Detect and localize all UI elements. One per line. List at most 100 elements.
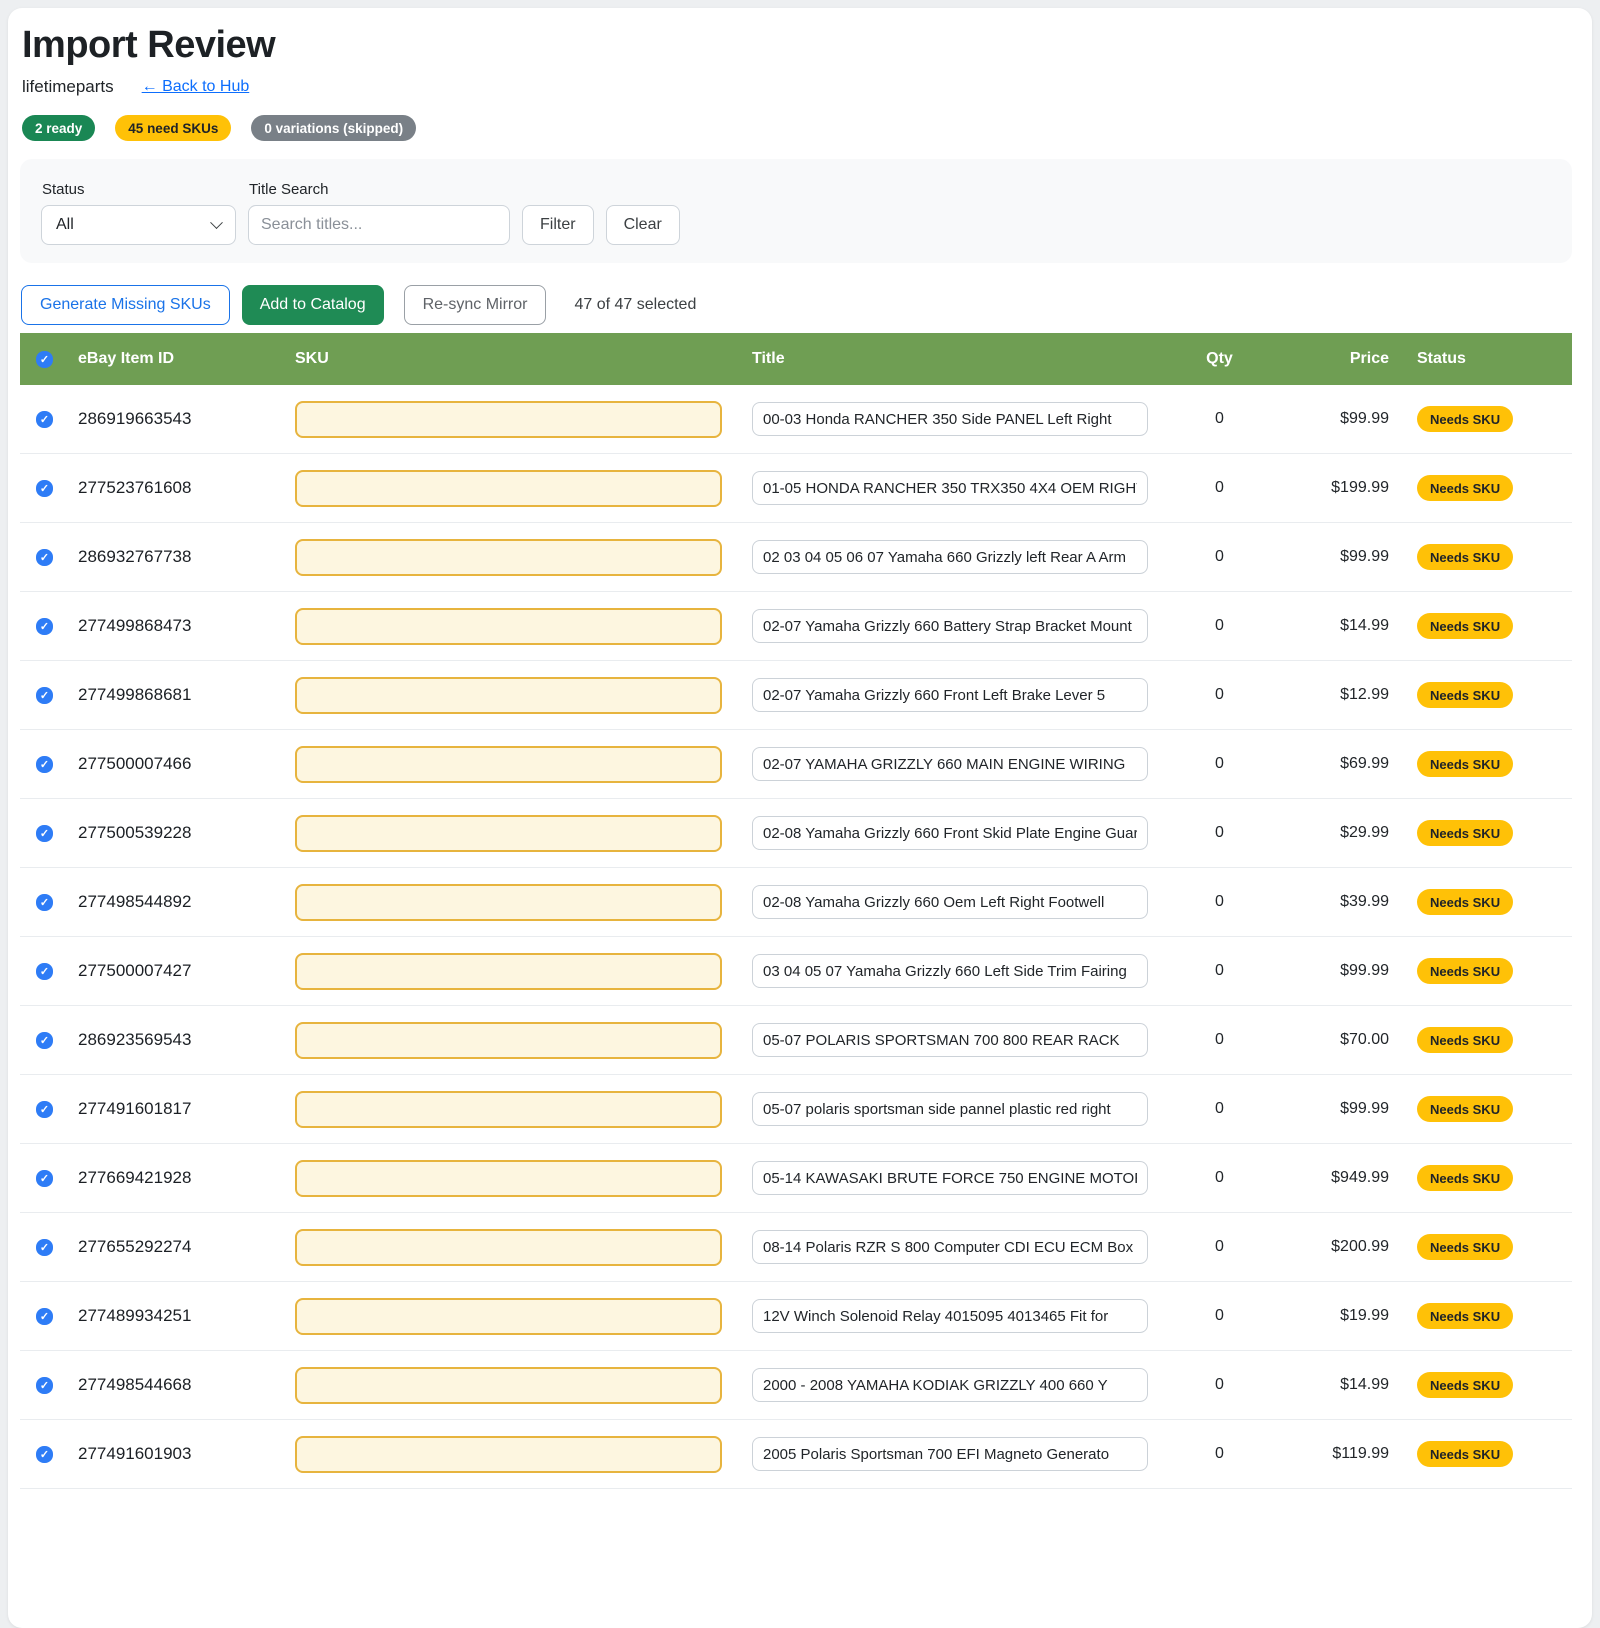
status-badge: Needs SKU (1417, 889, 1513, 915)
title-input[interactable] (752, 471, 1148, 505)
title-input[interactable] (752, 816, 1148, 850)
variations-skipped-badge: 0 variations (skipped) (251, 115, 416, 141)
row-checkbox[interactable]: ✓ (36, 1032, 53, 1049)
row-checkbox[interactable]: ✓ (36, 756, 53, 773)
row-checkbox[interactable]: ✓ (36, 1308, 53, 1325)
clear-button[interactable]: Clear (606, 205, 680, 245)
status-badge: Needs SKU (1417, 406, 1513, 432)
title-input[interactable] (752, 678, 1148, 712)
row-checkbox[interactable]: ✓ (36, 411, 53, 428)
row-item-id: 277498544892 (78, 892, 191, 912)
sku-input[interactable] (295, 1367, 722, 1404)
sku-input[interactable] (295, 1022, 722, 1059)
row-checkbox[interactable]: ✓ (36, 549, 53, 566)
title-input[interactable] (752, 540, 1148, 574)
title-input[interactable] (752, 1437, 1148, 1471)
row-qty: 0 (1215, 893, 1224, 911)
account-name: lifetimeparts (22, 77, 114, 97)
table-row: ✓ 277669421928 0 $949.99 Needs SKU (20, 1144, 1572, 1213)
resync-mirror-button[interactable]: Re-sync Mirror (404, 285, 547, 325)
table-row: ✓ 277523761608 0 $199.99 Needs SKU (20, 454, 1572, 523)
breadcrumb: lifetimeparts ← Back to Hub (22, 77, 1580, 97)
title-input[interactable] (752, 954, 1148, 988)
row-price: $200.99 (1331, 1238, 1389, 1256)
title-input[interactable] (752, 1230, 1148, 1264)
row-item-id: 286923569543 (78, 1030, 191, 1050)
row-price: $39.99 (1340, 893, 1389, 911)
status-badge: Needs SKU (1417, 820, 1513, 846)
sku-input[interactable] (295, 1298, 722, 1335)
row-price: $19.99 (1340, 1307, 1389, 1325)
row-item-id: 277669421928 (78, 1168, 191, 1188)
title-input[interactable] (752, 1299, 1148, 1333)
title-search-label: Title Search (249, 181, 510, 198)
row-item-id: 277655292274 (78, 1237, 191, 1257)
generate-missing-skus-button[interactable]: Generate Missing SKUs (21, 285, 230, 325)
status-badge: Needs SKU (1417, 958, 1513, 984)
sku-input[interactable] (295, 401, 722, 438)
sku-input[interactable] (295, 953, 722, 990)
sku-input[interactable] (295, 677, 722, 714)
row-checkbox[interactable]: ✓ (36, 618, 53, 635)
title-input[interactable] (752, 1161, 1148, 1195)
sku-input[interactable] (295, 608, 722, 645)
row-qty: 0 (1215, 1238, 1224, 1256)
row-item-id: 277500007427 (78, 961, 191, 981)
row-qty: 0 (1215, 617, 1224, 635)
status-badge: Needs SKU (1417, 682, 1513, 708)
row-checkbox[interactable]: ✓ (36, 480, 53, 497)
title-input[interactable] (752, 1368, 1148, 1402)
status-badge: Needs SKU (1417, 1027, 1513, 1053)
row-item-id: 286932767738 (78, 547, 191, 567)
title-input[interactable] (752, 1023, 1148, 1057)
row-checkbox[interactable]: ✓ (36, 1446, 53, 1463)
row-price: $99.99 (1340, 962, 1389, 980)
table-row: ✓ 277498544668 0 $14.99 Needs SKU (20, 1351, 1572, 1420)
title-input[interactable] (752, 885, 1148, 919)
sku-input[interactable] (295, 1091, 722, 1128)
row-qty: 0 (1215, 755, 1224, 773)
header-title: Title (752, 350, 1172, 368)
title-input[interactable] (752, 1092, 1148, 1126)
table-row: ✓ 277489934251 0 $19.99 Needs SKU (20, 1282, 1572, 1351)
title-search-input[interactable] (248, 205, 510, 245)
sku-input[interactable] (295, 884, 722, 921)
status-badge: Needs SKU (1417, 1096, 1513, 1122)
row-item-id: 277500539228 (78, 823, 191, 843)
status-badge: Needs SKU (1417, 1165, 1513, 1191)
row-checkbox[interactable]: ✓ (36, 687, 53, 704)
row-qty: 0 (1215, 548, 1224, 566)
status-select[interactable]: All (41, 205, 236, 245)
row-checkbox[interactable]: ✓ (36, 1377, 53, 1394)
row-checkbox[interactable]: ✓ (36, 1101, 53, 1118)
row-price: $12.99 (1340, 686, 1389, 704)
sku-input[interactable] (295, 470, 722, 507)
filter-button[interactable]: Filter (522, 205, 594, 245)
sku-input[interactable] (295, 1229, 722, 1266)
row-checkbox[interactable]: ✓ (36, 894, 53, 911)
title-input[interactable] (752, 609, 1148, 643)
row-price: $70.00 (1340, 1031, 1389, 1049)
sku-input[interactable] (295, 746, 722, 783)
row-checkbox[interactable]: ✓ (36, 1170, 53, 1187)
row-qty: 0 (1215, 1031, 1224, 1049)
select-all-checkbox[interactable]: ✓ (36, 351, 53, 368)
row-checkbox[interactable]: ✓ (36, 963, 53, 980)
title-input[interactable] (752, 747, 1148, 781)
page-title: Import Review (22, 24, 1580, 67)
row-price: $29.99 (1340, 824, 1389, 842)
sku-input[interactable] (295, 539, 722, 576)
sku-input[interactable] (295, 1436, 722, 1473)
sku-input[interactable] (295, 1160, 722, 1197)
row-item-id: 277498544668 (78, 1375, 191, 1395)
row-checkbox[interactable]: ✓ (36, 1239, 53, 1256)
add-to-catalog-button[interactable]: Add to Catalog (242, 285, 384, 325)
status-label: Status (42, 181, 236, 198)
import-review-card: Import Review lifetimeparts ← Back to Hu… (8, 8, 1592, 1628)
row-qty: 0 (1215, 1445, 1224, 1463)
row-checkbox[interactable]: ✓ (36, 825, 53, 842)
table-row: ✓ 277500539228 0 $29.99 Needs SKU (20, 799, 1572, 868)
sku-input[interactable] (295, 815, 722, 852)
back-to-hub-link[interactable]: ← Back to Hub (142, 78, 250, 96)
title-input[interactable] (752, 402, 1148, 436)
